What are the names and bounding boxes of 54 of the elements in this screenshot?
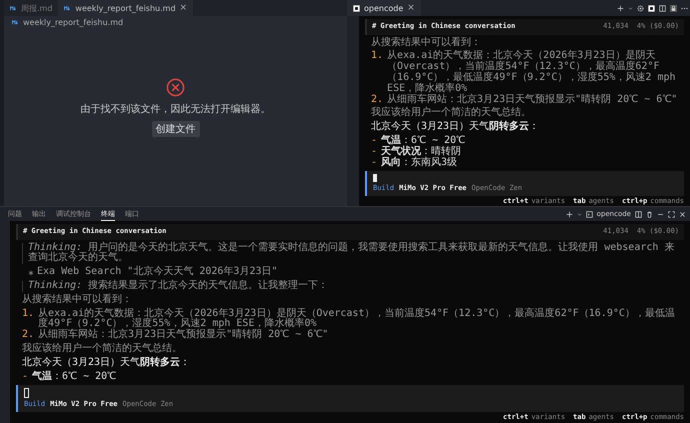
gear-icon[interactable]	[637, 4, 644, 12]
close-icon[interactable]: ×	[407, 3, 415, 13]
text-cursor	[373, 174, 377, 182]
breadcrumb[interactable]: weekly_report_feishu.md	[23, 18, 124, 27]
trash-icon[interactable]	[646, 210, 653, 218]
list-text: 从exa.ai的天气数据：北京今天（2026年3月23日）是阴天（Overcast），当前温度54°F（12.3°C），最高温度62°F（16.9°C），最低温度49°F（9.2°C），湿度55%，风速2 mph ESE，降水概率0%	[387, 51, 677, 94]
markdown-icon	[64, 6, 72, 10]
message-text: 从搜索结果中可以看到：	[371, 38, 482, 48]
list-number: 2.	[22, 330, 34, 341]
split-icon[interactable]	[659, 4, 666, 12]
create-file-button[interactable]: 创建文件	[152, 121, 200, 137]
list-text: 气温：6℃ ~ 20℃	[32, 372, 116, 382]
close-icon[interactable]	[679, 210, 686, 218]
list-number: 1.	[22, 308, 34, 321]
message-text: 我应该给用户一个简洁的天气总结。	[371, 108, 532, 120]
terminal-icon	[353, 4, 360, 12]
editor-tab[interactable]: weekly_report_feishu.md ×	[58, 0, 194, 16]
chevron-down-icon[interactable]	[628, 6, 633, 10]
list-bullet: -	[371, 136, 378, 147]
thinking-text: Thinking: 搜索结果显示了北京今天的天气信息。让我整理一下：	[28, 280, 328, 291]
list-bullet: -	[371, 146, 378, 158]
close-icon[interactable]: ×	[180, 3, 188, 13]
terminal-tab[interactable]: opencode ×	[347, 0, 421, 16]
editor-tab[interactable]: 周报.md	[4, 0, 58, 16]
error-message: 由于找不到该文件，因此无法打开编辑器。	[80, 102, 270, 116]
list-text: 从细雨车网站：北京3月23日天气预报显示"晴转阴 20℃ ~ 6℃"	[387, 94, 678, 106]
list-text: 天气状况：晴转阴	[381, 146, 462, 157]
message-text: 我应该给用户一个简洁的天气总结。	[22, 344, 183, 355]
terminal-icon	[586, 210, 593, 218]
list-text: 风向：东南风3级	[381, 158, 458, 168]
list-text: 从细雨车网站：北京3月23日天气预报显示"晴转阴 20℃ ~ 6℃"	[38, 330, 328, 341]
message-text: 从搜索结果中可以看到：	[22, 294, 133, 306]
chevron-down-icon[interactable]	[576, 212, 582, 216]
list-number: 2.	[371, 94, 384, 106]
summary-heading: 北京今天（3月23日）天气阴转多云：	[371, 122, 540, 133]
list-text: 气温：6℃ ~ 20℃	[381, 136, 466, 146]
list-number: 1.	[371, 51, 384, 64]
markdown-icon	[10, 6, 17, 10]
thinking-text: Thinking: 用户问的是今天的北京天气。这是一个需要实时信息的问题，我需要使用搜索工具来获取最新的天气信息。让我使用 websearch 来查询北京今天的天气。	[28, 242, 674, 264]
markdown-icon	[12, 20, 19, 25]
plus-icon[interactable]	[566, 210, 573, 218]
asterisk-icon	[28, 270, 34, 276]
list-bullet: -	[371, 158, 378, 168]
maximize-icon[interactable]	[668, 210, 675, 218]
error-icon	[166, 78, 185, 97]
terminal-icon[interactable]	[648, 4, 655, 12]
list-text: 从exa.ai的天气数据：北京今天（2026年3月23日）是阴天（Overcast），当前温度54°F（12.3°C），最高温度62°F（16.9°C），最低温度49°F（9.2°C），湿度55%，风速2 mph ESE，降水概率0%	[38, 308, 676, 330]
plus-icon[interactable]	[617, 4, 624, 12]
list-bullet: -	[22, 372, 28, 382]
tool-call-text: Exa Web Search "北京今天天气 2026年3月23日"	[37, 267, 278, 278]
lock-icon[interactable]	[670, 4, 677, 12]
text-cursor	[24, 388, 29, 398]
split-icon[interactable]	[635, 210, 642, 218]
summary-heading: 北京今天（3月23日）天气阴转多云：	[22, 358, 192, 369]
